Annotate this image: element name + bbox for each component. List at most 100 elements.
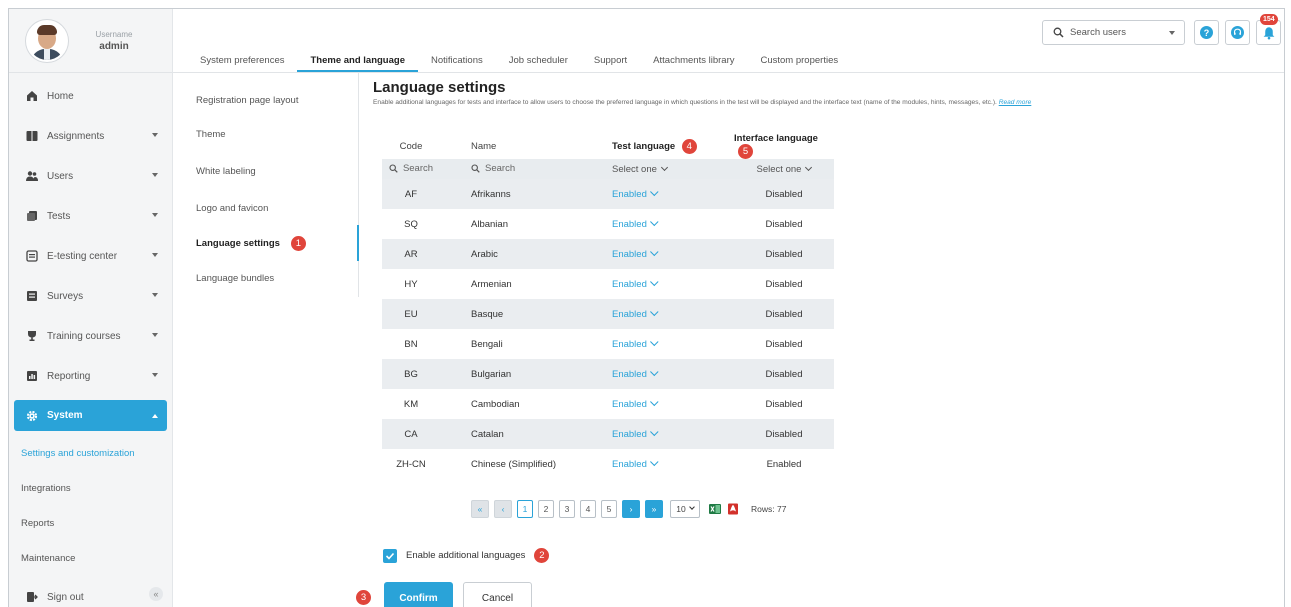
code-search-filter[interactable]: Search — [382, 159, 454, 179]
chevron-down-icon — [649, 187, 659, 197]
first-page-button[interactable]: « — [471, 500, 489, 518]
sidebar-item-training-courses[interactable]: Training courses — [9, 316, 172, 356]
tab-attachments-library[interactable]: Attachments library — [640, 50, 747, 72]
menu-white-labeling[interactable]: White labeling — [173, 151, 358, 191]
interface-language-status[interactable]: Disabled — [734, 239, 834, 269]
test-language-select[interactable]: Enabled — [609, 329, 734, 359]
name-search-filter[interactable]: Search — [454, 159, 609, 179]
search-users-input[interactable]: Search users — [1042, 20, 1185, 45]
interface-language-status[interactable]: Disabled — [734, 359, 834, 389]
sidebar-item-sign-out[interactable]: Sign out — [9, 576, 172, 607]
page-button-4[interactable]: 4 — [580, 500, 596, 518]
test-language-select[interactable]: Enabled — [609, 209, 734, 239]
table-row: HY Armenian Enabled Disabled — [382, 269, 834, 299]
column-header-code[interactable]: Code — [382, 133, 454, 159]
tab-job-scheduler[interactable]: Job scheduler — [496, 50, 581, 72]
chevron-down-icon — [152, 213, 158, 217]
sidebar-subitem-maintenance[interactable]: Maintenance — [9, 541, 172, 576]
enable-additional-languages-checkbox[interactable] — [383, 548, 397, 563]
test-language-select[interactable]: Enabled — [609, 449, 734, 479]
test-language-select[interactable]: Enabled — [609, 239, 734, 269]
sidebar-item-system[interactable]: System — [14, 400, 167, 431]
read-more-link[interactable]: Read more — [999, 99, 1032, 106]
collapse-sidebar-button[interactable]: « — [149, 587, 163, 601]
sidebar-subitem-reports[interactable]: Reports — [9, 506, 172, 541]
cancel-button[interactable]: Cancel — [463, 582, 532, 607]
search-icon — [471, 163, 480, 173]
sidebar-item-label: Training courses — [47, 330, 121, 342]
interface-language-status[interactable]: Disabled — [734, 209, 834, 239]
sidebar-subitem-integrations[interactable]: Integrations — [9, 471, 172, 506]
interface-language-status[interactable]: Enabled — [734, 449, 834, 479]
menu-theme[interactable]: Theme — [173, 117, 358, 151]
next-page-button[interactable]: › — [622, 500, 640, 518]
test-language-select[interactable]: Enabled — [609, 299, 734, 329]
sidebar-item-reporting[interactable]: Reporting — [9, 356, 172, 396]
avatar[interactable] — [26, 19, 68, 62]
test-language-select[interactable]: Enabled — [609, 269, 734, 299]
interface-language-status[interactable]: Disabled — [734, 179, 834, 209]
sidebar-item-tests[interactable]: Tests — [9, 196, 172, 236]
sidebar-item-home[interactable]: Home — [9, 76, 172, 116]
menu-logo-and-favicon[interactable]: Logo and favicon — [173, 191, 358, 225]
interface-language-status[interactable]: Disabled — [734, 329, 834, 359]
username-label: Username — [95, 29, 133, 39]
interface-language-status[interactable]: Disabled — [734, 269, 834, 299]
sidebar-item-e-testing-center[interactable]: E-testing center — [9, 236, 172, 276]
column-header-test-language[interactable]: Test language 4 — [609, 133, 734, 159]
rows-per-page-select[interactable]: 10 — [670, 500, 700, 518]
last-page-button[interactable]: » — [645, 500, 663, 518]
e-testing-icon — [26, 250, 38, 262]
page-button-3[interactable]: 3 — [559, 500, 575, 518]
table-row: SQ Albanian Enabled Disabled — [382, 209, 834, 239]
test-language-select[interactable]: Enabled — [609, 359, 734, 389]
test-language-select[interactable]: Enabled — [609, 179, 734, 209]
tab-system-preferences[interactable]: System preferences — [173, 50, 297, 72]
enable-additional-languages-label[interactable]: Enable additional languages — [406, 550, 525, 561]
page-button-5[interactable]: 5 — [601, 500, 617, 518]
test-language-select[interactable]: Enabled — [609, 389, 734, 419]
sidebar-subitem-settings-and-customization[interactable]: Settings and customization — [9, 436, 172, 471]
tab-custom-properties[interactable]: Custom properties — [747, 50, 851, 72]
interface-language-status[interactable]: Disabled — [734, 419, 834, 449]
chevron-down-icon — [649, 217, 659, 227]
support-button[interactable] — [1225, 20, 1250, 45]
sidebar-item-users[interactable]: Users — [9, 156, 172, 196]
test-language-filter[interactable]: Select one — [609, 159, 734, 179]
column-header-name[interactable]: Name — [454, 133, 609, 159]
language-name: Bengali — [471, 338, 503, 350]
menu-language-settings[interactable]: Language settings 1 — [173, 225, 359, 261]
sidebar-item-label: Reporting — [47, 370, 91, 382]
test-language-select[interactable]: Enabled — [609, 419, 734, 449]
page-title: Language settings — [373, 79, 506, 96]
confirm-button[interactable]: Confirm — [384, 582, 453, 607]
sidebar-item-surveys[interactable]: Surveys — [9, 276, 172, 316]
user-profile[interactable]: Username admin — [9, 9, 172, 73]
column-header-interface-language[interactable]: Interface language 5 — [734, 133, 834, 159]
interface-language-status[interactable]: Disabled — [734, 299, 834, 329]
menu-language-bundles[interactable]: Language bundles — [173, 261, 358, 295]
filter-row: Search Search Select one Select one — [382, 159, 834, 179]
checkmark-icon — [385, 552, 395, 560]
page-button-1[interactable]: 1 — [517, 500, 533, 518]
language-name: Chinese (Simplified) — [471, 458, 557, 470]
tab-support[interactable]: Support — [581, 50, 640, 72]
sidebar-item-label: Users — [47, 170, 74, 182]
home-icon — [26, 90, 38, 102]
language-code: BN — [404, 338, 418, 350]
page-button-2[interactable]: 2 — [538, 500, 554, 518]
help-button[interactable]: ? — [1194, 20, 1219, 45]
users-icon — [26, 170, 38, 182]
prev-page-button[interactable]: ‹ — [494, 500, 512, 518]
chevron-down-icon — [649, 427, 659, 437]
interface-language-filter[interactable]: Select one — [734, 159, 834, 179]
menu-registration-page-layout[interactable]: Registration page layout — [173, 83, 358, 117]
interface-language-status[interactable]: Disabled — [734, 389, 834, 419]
pagination: « ‹ 1 2 3 4 5 › » 10 Rows: 77 — [471, 500, 786, 518]
sidebar-item-assignments[interactable]: Assignments — [9, 116, 172, 156]
excel-export-icon[interactable] — [709, 503, 721, 515]
pdf-export-icon[interactable] — [727, 503, 739, 515]
tab-notifications[interactable]: Notifications — [418, 50, 496, 72]
tab-theme-and-language[interactable]: Theme and language — [297, 50, 418, 72]
assignments-icon — [26, 130, 38, 142]
